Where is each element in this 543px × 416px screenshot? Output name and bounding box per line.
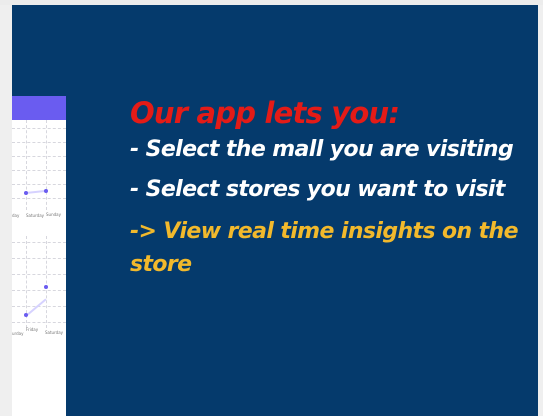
chart-tick-label: urday xyxy=(12,331,24,336)
chart-tick-label: Saturday xyxy=(45,330,64,335)
grid-line xyxy=(12,184,66,185)
chart-line-segment xyxy=(25,189,46,194)
chart-tick-label: Friday xyxy=(26,327,39,332)
presentation-slide: day Saturday Sunday urday Friday Saturda… xyxy=(12,5,538,416)
chart-point xyxy=(24,191,28,195)
grid-line xyxy=(12,274,66,275)
slide-headline: Our app lets you: xyxy=(130,96,400,130)
phone-chart-area: day Saturday Sunday urday Friday Saturda… xyxy=(12,120,66,416)
grid-line xyxy=(46,120,47,210)
chart-tick-label: day xyxy=(12,213,20,218)
grid-line xyxy=(12,170,66,171)
grid-line xyxy=(12,128,66,129)
grid-line xyxy=(12,290,66,291)
slide-text: Our app lets you: - Select the mall you … xyxy=(130,95,530,281)
grid-line xyxy=(12,142,66,143)
phone-mockup: day Saturday Sunday urday Friday Saturda… xyxy=(12,96,66,416)
chart-point xyxy=(44,189,48,193)
grid-line xyxy=(26,120,27,210)
grid-line xyxy=(12,156,66,157)
grid-line xyxy=(46,236,47,328)
grid-line xyxy=(12,322,66,323)
bullet-select-stores: - Select stores you want to visit xyxy=(130,177,505,202)
chart-tick-label: Saturday xyxy=(26,213,45,218)
accent-view-insights: -> View real time insights on the store xyxy=(130,219,519,277)
chart-point xyxy=(24,313,28,317)
grid-line xyxy=(12,258,66,259)
grid-line xyxy=(12,198,66,199)
phone-app-header xyxy=(12,96,66,120)
chart-tick-label: Sunday xyxy=(46,212,61,217)
chart-line-segment xyxy=(25,298,47,317)
grid-line xyxy=(12,242,66,243)
chart-point xyxy=(44,285,48,289)
bullet-select-mall: - Select the mall you are visiting xyxy=(130,137,514,162)
screenshot-frame: day Saturday Sunday urday Friday Saturda… xyxy=(0,0,543,416)
